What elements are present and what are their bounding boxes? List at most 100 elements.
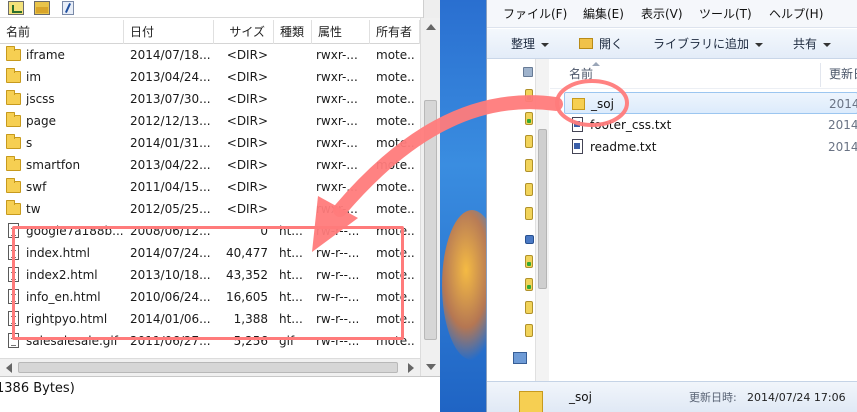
library-folder-icon[interactable] [525,112,533,125]
column-type[interactable]: 種類 [274,20,312,44]
file-attr: rwxr-... [316,114,358,128]
file-name: iframe [26,48,65,62]
vertical-scrollbar[interactable] [420,18,440,376]
file-list-header: 名前 更新日 [550,59,857,89]
table-row[interactable]: page 2012/12/13... <DIR> rwxr-... mote... [0,110,420,132]
column-owner[interactable]: 所有者 [370,20,420,44]
table-row[interactable]: im 2013/04/24... <DIR> rwxr-... mote... [0,66,420,88]
table-row[interactable]: tw 2012/05/25... <DIR> rwxr-... mote... [0,198,420,220]
file-name: im [26,70,42,84]
file-name: page [26,114,56,128]
header-name[interactable]: 名前 [569,59,593,89]
list-item[interactable]: footer_css.txt 2014 [564,114,857,136]
details-pane: _soj 更新日時: 2014/07/24 17:06 [487,381,857,412]
chevron-down-icon [755,42,764,47]
scroll-left-icon[interactable] [6,363,12,373]
folder-icon [6,200,21,215]
file-size: <DIR> [226,48,268,62]
table-row[interactable]: jscss 2013/07/30... <DIR> rwxr-... mote... [0,88,420,110]
library-folder-icon[interactable] [525,255,533,268]
favorites-icon[interactable] [523,67,533,77]
sort-caret-icon [592,62,600,66]
table-row[interactable]: smartfon 2013/04/22... <DIR> rwxr-... mote..… [0,154,420,176]
open-folder-icon[interactable] [34,1,50,15]
file-date: 2013/04/22... [130,158,211,172]
folder-icon[interactable] [525,301,533,314]
folder-up-icon[interactable] [8,1,24,15]
column-size[interactable]: サイズ [214,20,274,44]
file-type [279,154,313,176]
details-modified-value: 2014/07/24 17:06 [747,391,846,404]
file-type [279,88,313,110]
menu-view[interactable]: 表示(V) [641,0,683,28]
ftp-file-pane: 名前 日付 サイズ 種類 属性 所有者 iframe 2014/07/18... <… [0,0,440,412]
network-icon[interactable] [513,352,527,364]
column-attr[interactable]: 属性 [312,20,370,44]
share-label: 共有 [793,37,818,51]
table-row[interactable]: s 2014/01/31... <DIR> rwxr-... mote... [0,132,420,154]
folder-icon[interactable] [525,135,533,148]
menu-edit[interactable]: 編集(E) [583,0,624,28]
folder-icon[interactable] [525,183,533,196]
table-row[interactable]: swf 2011/04/15... <DIR> rwxr-... mote... [0,176,420,198]
folder-icon [6,68,21,83]
open-button[interactable]: 開く [599,29,623,59]
scroll-up-icon[interactable] [426,24,436,30]
table-row[interactable]: iframe 2014/07/18... <DIR> rwxr-... mote... [0,44,420,66]
organize-button[interactable]: 整理 [511,29,550,59]
folder-icon [6,178,21,193]
document-icon [572,117,583,132]
file-type [279,66,313,88]
scroll-right-icon[interactable] [408,363,414,373]
share-button[interactable]: 共有 [793,29,832,59]
scroll-down-icon[interactable] [426,364,436,370]
document-icon [572,139,583,154]
folder-icon [6,156,21,171]
menu-help[interactable]: ヘルプ(H) [769,0,823,28]
list-item[interactable]: readme.txt 2014 [564,136,857,158]
column-date[interactable]: 日付 [124,20,214,44]
file-date: 2014 [828,118,857,132]
file-date: 2014 [828,140,857,154]
edit-icon[interactable] [62,1,74,15]
nav-scrollbar[interactable] [535,59,549,381]
folder-icon[interactable] [525,207,533,220]
file-owner: mote... [376,158,416,172]
library-folder-icon[interactable] [525,278,533,291]
column-name[interactable]: 名前 [0,20,124,44]
computer-icon[interactable] [525,235,534,244]
file-name: readme.txt [590,140,657,154]
file-attr: rwxr-... [316,48,358,62]
folder-icon[interactable] [525,324,533,337]
hscroll-thumb[interactable] [18,362,398,373]
toolbar-scroll-stub [423,0,440,18]
folder-icon [6,46,21,61]
library-folder-icon[interactable] [525,89,533,102]
folder-icon[interactable] [525,159,533,172]
file-name: jscss [26,92,55,106]
menu-file[interactable]: ファイル(F) [503,0,567,28]
file-date: 2014/01/31... [130,136,211,150]
selected-list-item[interactable]: _soj 2014 [564,92,857,114]
file-size: <DIR> [226,202,268,216]
file-attr: rwxr-... [316,92,358,106]
file-name: _soj [591,97,614,111]
desktop-wallpaper [440,0,486,412]
folder-icon [6,134,21,149]
horizontal-scrollbar[interactable] [0,358,420,376]
menu-tools[interactable]: ツール(T) [699,0,752,28]
add-to-library-button[interactable]: ライブラリに追加 [653,29,764,59]
command-bar: 整理 開く ライブラリに追加 共有 [487,29,857,59]
header-date[interactable]: 更新日 [829,59,857,89]
file-owner: mote... [376,114,416,128]
nav-scroll-thumb[interactable] [538,129,547,289]
scroll-thumb[interactable] [424,100,437,340]
file-type [279,198,313,220]
file-date: 2011/04/15... [130,180,211,194]
file-size: <DIR> [226,70,268,84]
explorer-window: ファイル(F) 編集(E) 表示(V) ツール(T) ヘルプ(H) 整理 開く … [486,0,857,412]
file-name: footer_css.txt [590,118,672,132]
file-date: 2014 [829,97,857,111]
file-owner: mote... [376,92,416,106]
file-owner: mote... [376,70,416,84]
